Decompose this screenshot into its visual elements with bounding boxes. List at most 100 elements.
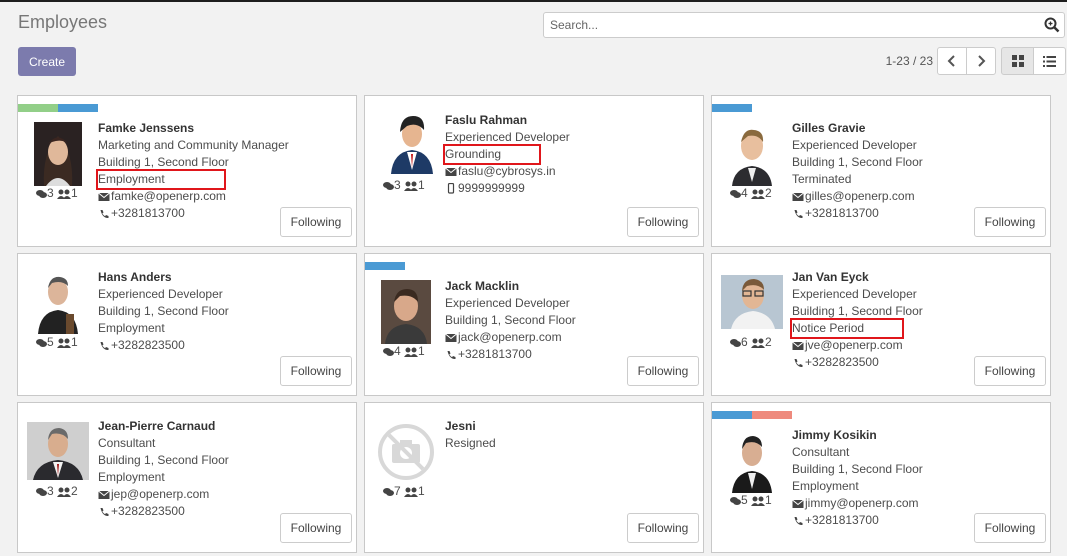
- follower-count: 1: [765, 493, 772, 507]
- following-button[interactable]: Following: [974, 356, 1046, 386]
- pager-next-button[interactable]: [966, 47, 996, 75]
- following-button[interactable]: Following: [280, 207, 352, 237]
- employee-photo: [721, 275, 783, 329]
- work-location: Building 1, Second Floor: [98, 155, 229, 169]
- kanban-view-button[interactable]: [1001, 47, 1034, 75]
- envelope-icon: [98, 490, 110, 499]
- email-row: gilles@openerp.com: [792, 188, 1042, 205]
- employee-card[interactable]: 7 1 Jesni Resigned Following: [364, 402, 704, 553]
- work-location: Building 1, Second Floor: [792, 462, 923, 476]
- followers-icon: [404, 181, 419, 191]
- following-button[interactable]: Following: [627, 356, 699, 386]
- employee-name[interactable]: Jan Van Eyck: [792, 269, 1042, 286]
- no-photo-icon: [378, 424, 434, 480]
- activity-counts: 3 2: [36, 484, 78, 498]
- employee-card[interactable]: 3 1 Faslu Rahman Experienced Developer G…: [364, 95, 704, 247]
- email-value[interactable]: jep@openerp.com: [111, 487, 209, 501]
- employee-name[interactable]: Gilles Gravie: [792, 120, 1042, 137]
- work-location: Building 1, Second Floor: [792, 155, 923, 169]
- employee-name[interactable]: Famke Jenssens: [98, 120, 348, 137]
- comments-icon: [383, 488, 394, 496]
- employee-name[interactable]: Jean-Pierre Carnaud: [98, 418, 348, 435]
- phone-row: +3282823500: [98, 337, 348, 354]
- job-title: Consultant: [792, 445, 850, 459]
- pager-value[interactable]: 1-23 / 23: [870, 54, 933, 68]
- comments-icon: [36, 190, 47, 198]
- employee-info: Jean-Pierre Carnaud Consultant Building …: [98, 418, 348, 520]
- email-row: famke@openerp.com: [98, 188, 348, 205]
- employee-info: Jack Macklin Experienced Developer Build…: [445, 278, 695, 363]
- page-title: Employees: [18, 12, 108, 32]
- job-title: Experienced Developer: [792, 138, 917, 152]
- employee-card[interactable]: 4 1 Jack Macklin Experienced Developer B…: [364, 253, 704, 396]
- employee-stage: Employment: [98, 321, 165, 335]
- employee-stage: Employment: [96, 169, 226, 190]
- followers-icon: [57, 189, 72, 199]
- email-value[interactable]: faslu@cybrosys.in: [458, 164, 556, 178]
- employee-card[interactable]: 3 2 Jean-Pierre Carnaud Consultant Build…: [17, 402, 357, 553]
- top-border: [0, 0, 1067, 2]
- chevron-left-icon: [947, 55, 955, 67]
- email-value[interactable]: jimmy@openerp.com: [805, 496, 919, 510]
- follower-count: 1: [71, 186, 78, 200]
- followers-icon: [404, 347, 419, 357]
- employee-card[interactable]: 6 2 Jan Van Eyck Experienced Developer B…: [711, 253, 1051, 396]
- work-location: Building 1, Second Floor: [792, 304, 923, 318]
- work-location: Building 1, Second Floor: [445, 313, 576, 327]
- envelope-icon: [792, 499, 804, 508]
- job-title: Experienced Developer: [98, 287, 223, 301]
- phone-value: +3281813700: [805, 513, 879, 527]
- phone-icon: [100, 210, 109, 219]
- job-title: Resigned: [445, 436, 496, 450]
- employee-info: Hans Anders Experienced Developer Buildi…: [98, 269, 348, 354]
- search-input[interactable]: [544, 13, 1036, 37]
- employee-card[interactable]: 4 2 Gilles Gravie Experienced Developer …: [711, 95, 1051, 247]
- following-button[interactable]: Following: [627, 207, 699, 237]
- employee-info: Jesni Resigned: [445, 418, 695, 452]
- employee-card[interactable]: 3 1 Famke Jenssens Marketing and Communi…: [17, 95, 357, 247]
- comments-icon: [730, 497, 741, 505]
- search-box[interactable]: [543, 12, 1065, 38]
- employee-name[interactable]: Hans Anders: [98, 269, 348, 286]
- following-button[interactable]: Following: [280, 513, 352, 543]
- comments-icon: [36, 488, 47, 496]
- employee-name[interactable]: Faslu Rahman: [445, 112, 695, 129]
- envelope-icon: [445, 333, 457, 342]
- job-title: Marketing and Community Manager: [98, 138, 289, 152]
- following-button[interactable]: Following: [974, 207, 1046, 237]
- message-count: 4: [741, 186, 748, 200]
- chevron-right-icon: [978, 55, 986, 67]
- activity-counts: 7 1: [383, 484, 425, 498]
- employee-name[interactable]: Jesni: [445, 418, 695, 435]
- activity-counts: 3 1: [36, 186, 78, 200]
- list-view-button[interactable]: [1033, 47, 1066, 75]
- grid-icon: [1011, 55, 1024, 67]
- followers-icon: [404, 487, 419, 497]
- envelope-icon: [98, 192, 110, 201]
- create-button[interactable]: Create: [18, 47, 76, 76]
- following-button[interactable]: Following: [974, 513, 1046, 543]
- employee-name[interactable]: Jimmy Kosikin: [792, 427, 1042, 444]
- pager-previous-button[interactable]: [937, 47, 967, 75]
- envelope-icon: [445, 167, 457, 176]
- search-icon[interactable]: [1044, 17, 1060, 33]
- message-count: 7: [394, 484, 401, 498]
- comments-icon: [36, 339, 47, 347]
- email-value[interactable]: famke@openerp.com: [111, 189, 226, 203]
- mobile-value: 9999999999: [458, 181, 525, 195]
- employee-card[interactable]: 5 1 Jimmy Kosikin Consultant Building 1,…: [711, 402, 1051, 553]
- tag-bar: [18, 104, 98, 112]
- message-count: 3: [47, 186, 54, 200]
- employee-card[interactable]: 5 1 Hans Anders Experienced Developer Bu…: [17, 253, 357, 396]
- envelope-icon: [792, 341, 804, 350]
- employee-name[interactable]: Jack Macklin: [445, 278, 695, 295]
- email-value[interactable]: gilles@openerp.com: [805, 189, 915, 203]
- phone-icon: [794, 359, 803, 368]
- email-value[interactable]: jack@openerp.com: [458, 330, 562, 344]
- email-value[interactable]: jve@openerp.com: [805, 338, 903, 352]
- following-button[interactable]: Following: [280, 356, 352, 386]
- follower-count: 2: [71, 484, 78, 498]
- follower-count: 1: [71, 335, 78, 349]
- following-button[interactable]: Following: [627, 513, 699, 543]
- phone-icon: [794, 517, 803, 526]
